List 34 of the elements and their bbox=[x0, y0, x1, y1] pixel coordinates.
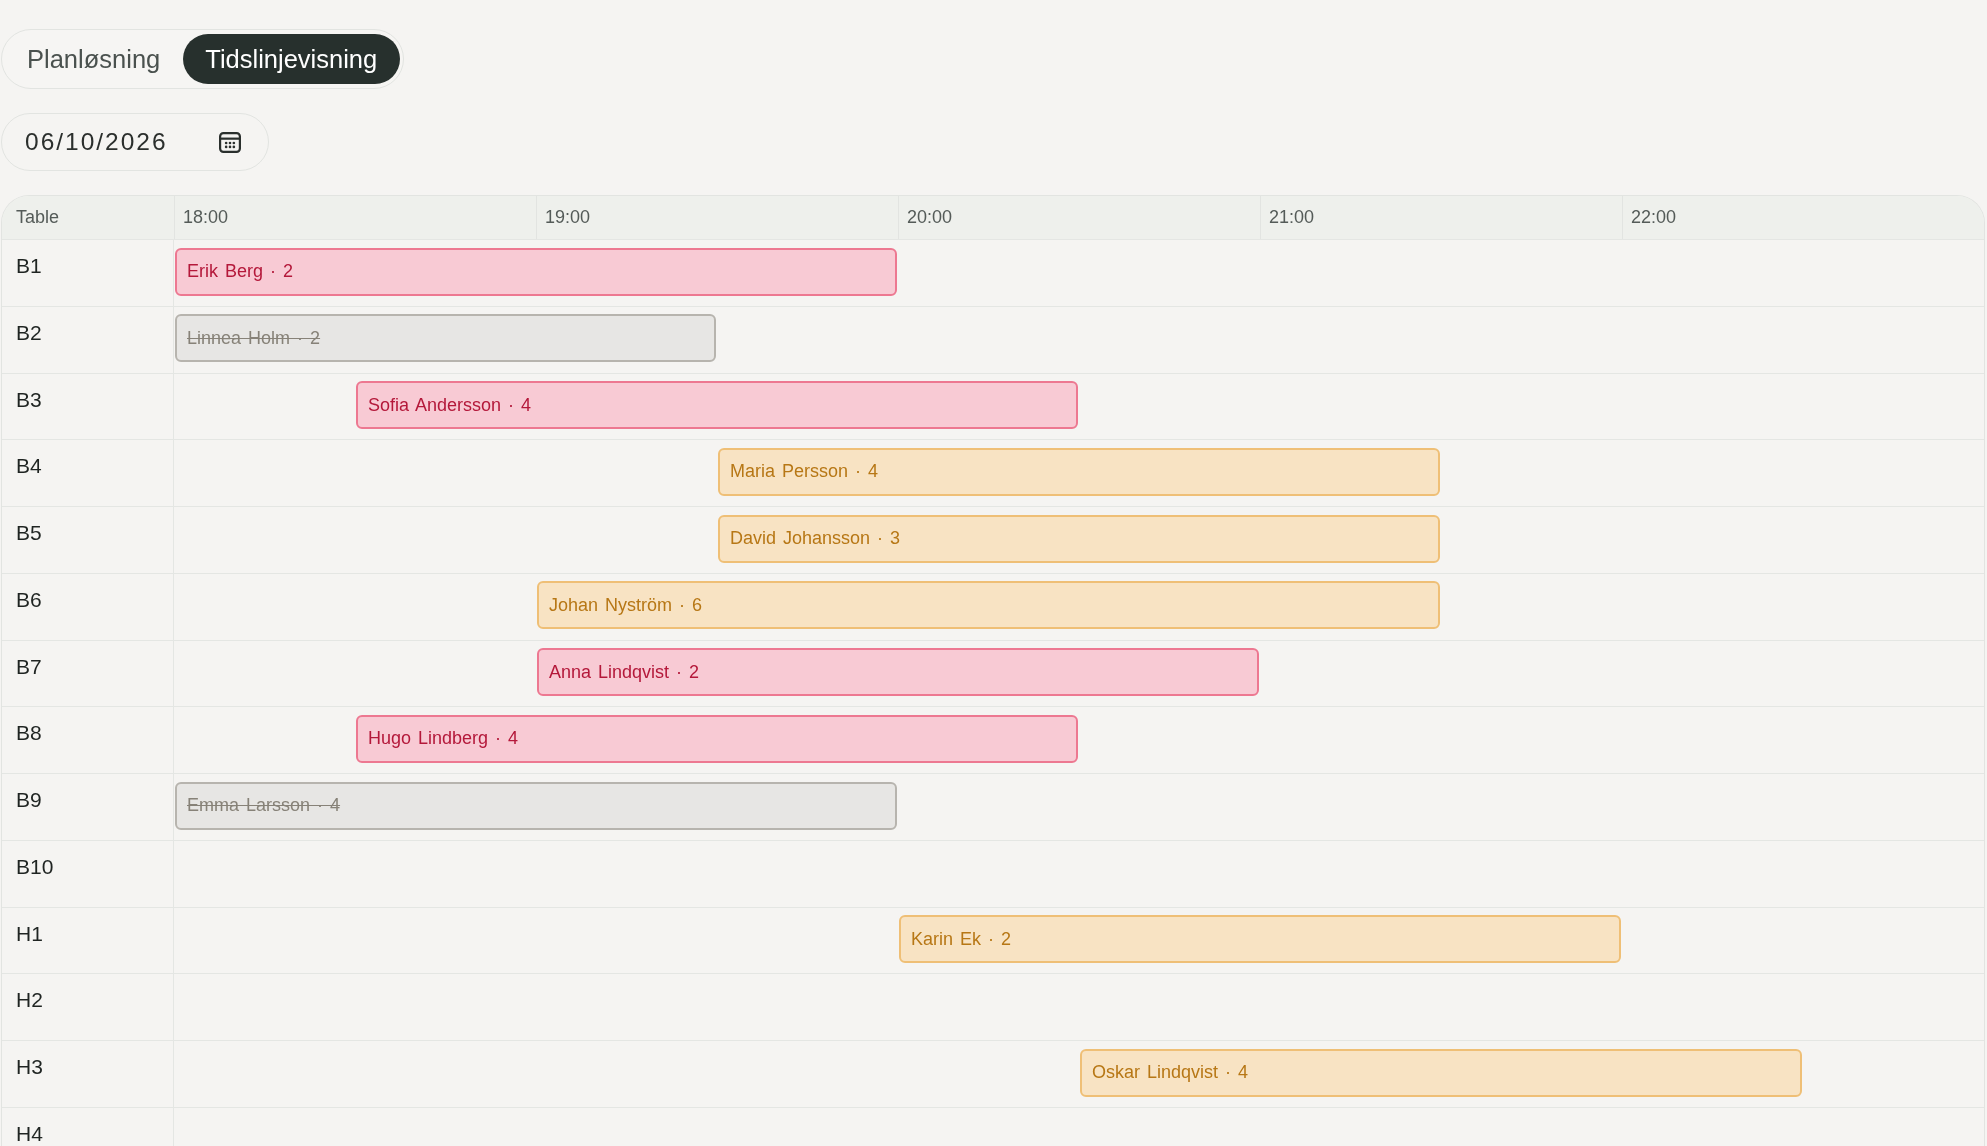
booking-bar[interactable]: Sofia Andersson · 4 bbox=[356, 381, 1078, 429]
table-label: B1 bbox=[16, 254, 42, 277]
booking-bar[interactable]: David Johansson · 3 bbox=[718, 514, 1440, 563]
table-label: B5 bbox=[16, 521, 42, 544]
booking-bar[interactable]: Emma Larsson · 4 bbox=[175, 781, 897, 830]
table-label: H2 bbox=[16, 988, 43, 1012]
booking-bar[interactable]: Linnea Holm · 2 bbox=[175, 314, 716, 363]
table-label: B8 bbox=[16, 721, 42, 745]
booking-bar[interactable]: Oskar Lindqvist · 4 bbox=[1080, 1048, 1802, 1097]
table-label: H1 bbox=[16, 921, 43, 945]
time-label: 18:00 bbox=[183, 207, 229, 228]
table-label: B4 bbox=[16, 454, 42, 478]
table-label: H3 bbox=[16, 1055, 43, 1078]
time-label: 20:00 bbox=[907, 207, 953, 228]
column-header: Table bbox=[16, 207, 60, 228]
booking-bar[interactable]: Karin Ek · 2 bbox=[899, 915, 1621, 963]
time-label: 22:00 bbox=[1631, 207, 1677, 228]
table-label: B2 bbox=[16, 320, 42, 344]
table-label: B9 bbox=[16, 788, 42, 811]
booking-bar[interactable]: Erik Berg · 2 bbox=[175, 247, 897, 296]
view-tab[interactable]: Tidslinjevisning bbox=[183, 34, 401, 84]
table-label: B10 bbox=[16, 854, 54, 878]
table-label: B3 bbox=[16, 387, 42, 411]
booking-bar[interactable]: Anna Lindqvist · 2 bbox=[537, 648, 1259, 696]
time-label: 21:00 bbox=[1269, 207, 1315, 228]
table-label: B7 bbox=[16, 654, 42, 678]
booking-bar[interactable]: Maria Persson · 4 bbox=[718, 447, 1440, 496]
view-tab[interactable]: Planløsning bbox=[5, 34, 184, 84]
time-label: 19:00 bbox=[545, 207, 591, 228]
table-label: B6 bbox=[16, 587, 42, 611]
booking-bar[interactable]: Johan Nyström · 6 bbox=[537, 581, 1440, 630]
booking-bar[interactable]: Hugo Lindberg · 4 bbox=[356, 714, 1078, 763]
calendar-icon[interactable] bbox=[219, 131, 241, 153]
table-label: H4 bbox=[16, 1121, 43, 1145]
